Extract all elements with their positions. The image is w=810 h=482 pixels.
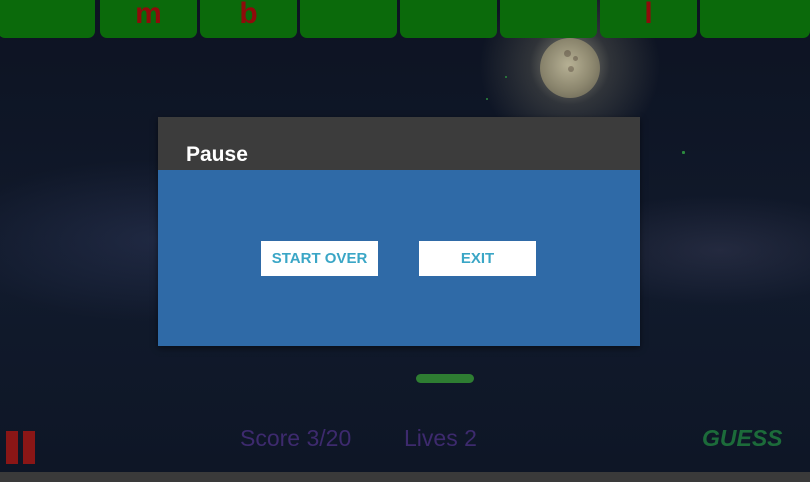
letter-tile	[700, 0, 810, 38]
letter-tile: m	[100, 0, 197, 38]
dialog-header: Pause	[158, 117, 640, 170]
score-display: Score 3/20	[240, 425, 352, 451]
star	[486, 98, 488, 100]
guess-button[interactable]: GUESS	[702, 425, 783, 452]
letter-tile: l	[600, 0, 697, 38]
letter-tile: b	[200, 0, 297, 38]
dialog-body: START OVER EXIT	[158, 170, 640, 346]
exit-button[interactable]: EXIT	[419, 241, 536, 276]
pause-dialog: Pause START OVER EXIT	[158, 117, 640, 346]
letter-tile	[0, 0, 95, 38]
letter-tile	[400, 0, 497, 38]
drag-handle[interactable]	[416, 374, 474, 383]
bottom-bar	[0, 472, 810, 482]
letter-tile-row: m b l	[0, 0, 810, 38]
lives-display: Lives 2	[404, 425, 477, 451]
letter-tile	[300, 0, 397, 38]
moon-icon	[540, 38, 600, 98]
start-over-button[interactable]: START OVER	[261, 241, 378, 276]
star	[682, 151, 685, 154]
pause-icon[interactable]	[6, 431, 36, 464]
star	[505, 76, 507, 78]
dialog-title: Pause	[186, 143, 248, 166]
letter-tile	[500, 0, 597, 38]
